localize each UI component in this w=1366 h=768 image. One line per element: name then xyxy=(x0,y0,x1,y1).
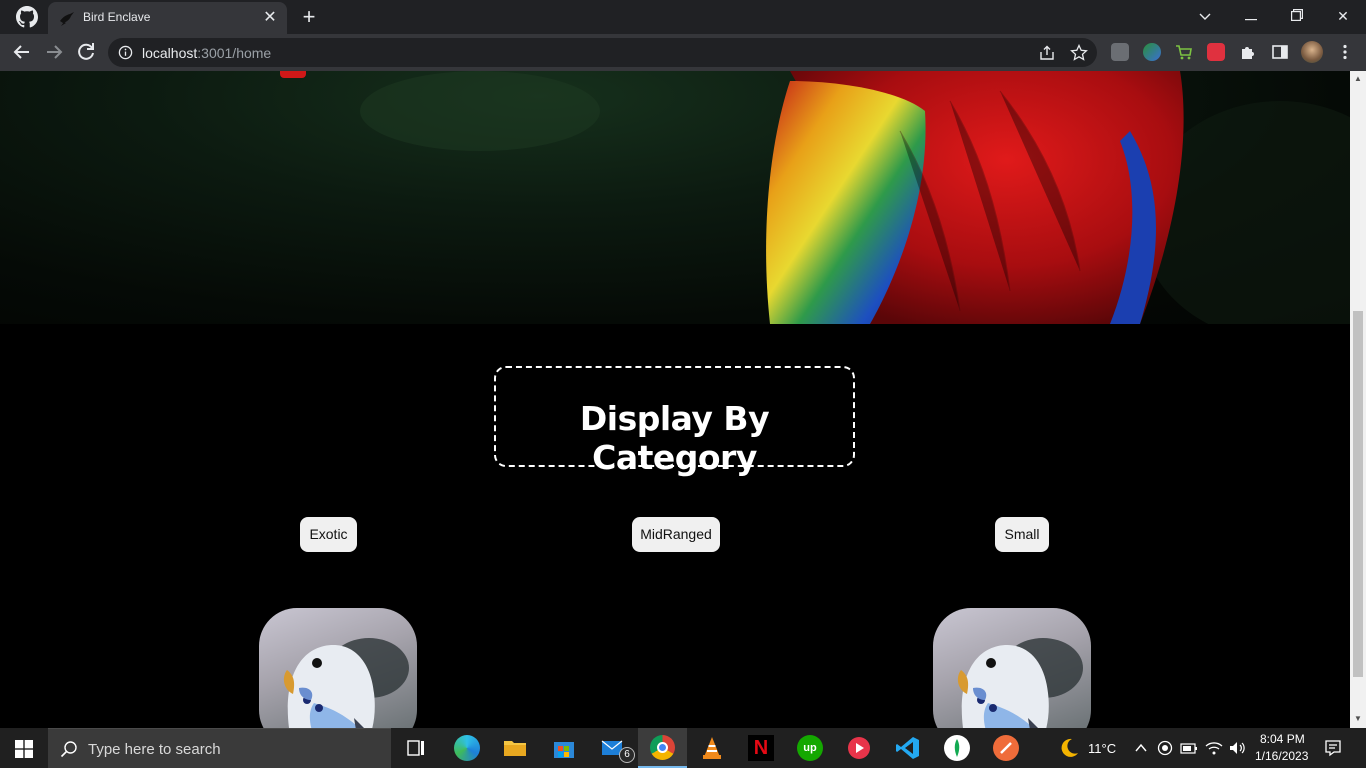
bird-favicon-icon xyxy=(60,12,74,26)
category-button-exotic[interactable]: Exotic xyxy=(300,517,357,552)
notification-center-icon[interactable] xyxy=(1324,739,1342,757)
volume-icon[interactable] xyxy=(1228,740,1246,756)
globe-extension-icon[interactable] xyxy=(1143,43,1161,61)
wifi-icon[interactable] xyxy=(1205,740,1223,756)
postman-icon[interactable] xyxy=(993,735,1019,761)
tab-search-chevron-icon[interactable] xyxy=(1192,4,1218,28)
vscode-icon[interactable] xyxy=(895,735,921,761)
file-explorer-icon[interactable] xyxy=(502,735,528,761)
budgie-image xyxy=(283,638,409,728)
page-scrollbar[interactable]: ▲ ▼ xyxy=(1350,71,1366,728)
url-text[interactable]: localhost:3001/home xyxy=(142,45,271,61)
new-tab-icon[interactable]: + xyxy=(298,6,320,28)
weather-moon-icon[interactable] xyxy=(1056,735,1082,761)
media-player-icon[interactable] xyxy=(846,735,872,761)
side-panel-icon[interactable] xyxy=(1271,43,1289,61)
profile-avatar[interactable] xyxy=(1301,41,1323,63)
mail-badge: 6 xyxy=(619,747,635,763)
edge-browser-icon[interactable] xyxy=(454,735,480,761)
url-path: :3001/home xyxy=(197,45,272,61)
bird-card-image[interactable] xyxy=(259,608,417,728)
back-arrow-icon[interactable] xyxy=(10,40,34,64)
browser-toolbar: localhost:3001/home xyxy=(0,34,1366,71)
category-button-midranged[interactable]: MidRanged xyxy=(632,517,720,552)
clock-time[interactable]: 8:04 PM xyxy=(1260,732,1305,746)
mongodb-compass-icon[interactable] xyxy=(944,735,970,761)
search-icon xyxy=(60,741,77,758)
macaw-illustration xyxy=(360,71,1350,324)
url-host: localhost xyxy=(142,45,198,61)
site-info-icon[interactable] xyxy=(118,45,133,60)
chrome-icon xyxy=(650,735,675,760)
budgie-image xyxy=(957,638,1083,728)
restore-icon[interactable] xyxy=(1284,4,1310,28)
upwork-icon[interactable]: up xyxy=(797,735,823,761)
active-tab[interactable]: Bird Enclave ✕ xyxy=(48,2,287,34)
show-hidden-icons-chevron-icon[interactable] xyxy=(1134,741,1148,755)
vlc-icon[interactable] xyxy=(699,735,725,761)
share-icon[interactable] xyxy=(1038,44,1056,62)
tab-title: Bird Enclave xyxy=(83,10,151,24)
page-content: Display By Category Exotic MidRanged Sma… xyxy=(0,71,1350,728)
section-title: Display By Category xyxy=(579,399,770,477)
category-button-small[interactable]: Small xyxy=(995,517,1049,552)
microsoft-store-icon[interactable] xyxy=(551,735,577,761)
github-icon[interactable] xyxy=(16,6,38,28)
scroll-up-arrow-icon[interactable]: ▲ xyxy=(1353,74,1363,84)
scrollbar-thumb[interactable] xyxy=(1353,311,1363,677)
category-title-box: Display By Category xyxy=(494,366,855,477)
task-view-icon[interactable] xyxy=(403,735,429,761)
cart-extension-icon[interactable] xyxy=(1175,43,1193,61)
bookmark-star-icon[interactable] xyxy=(1070,44,1088,62)
forward-arrow-icon[interactable] xyxy=(42,40,66,64)
skype-extension-icon[interactable] xyxy=(1111,43,1129,61)
hero-parrot-image xyxy=(0,71,1350,324)
bird-card-image[interactable] xyxy=(933,608,1091,728)
temperature-text[interactable]: 11°C xyxy=(1088,741,1116,756)
red-extension-icon[interactable] xyxy=(1207,43,1225,61)
menu-kebab-icon[interactable] xyxy=(1336,43,1354,61)
window-close-icon[interactable]: ✕ xyxy=(1330,4,1356,28)
battery-icon[interactable] xyxy=(1180,740,1198,756)
browser-tab-bar: Bird Enclave ✕ + ✕ xyxy=(0,0,1366,34)
minimize-icon[interactable] xyxy=(1238,4,1264,28)
scroll-down-arrow-icon[interactable]: ▼ xyxy=(1353,714,1363,724)
active-taskbar-app[interactable] xyxy=(638,728,687,768)
netflix-icon[interactable]: N xyxy=(748,735,774,761)
address-bar[interactable]: localhost:3001/home xyxy=(108,38,1097,67)
taskbar-search-box[interactable]: Type here to search xyxy=(48,728,391,768)
tab-close-icon[interactable]: ✕ xyxy=(260,8,280,28)
clock-date[interactable]: 1/16/2023 xyxy=(1255,749,1308,763)
extensions-puzzle-icon[interactable] xyxy=(1239,43,1257,61)
search-placeholder: Type here to search xyxy=(88,741,221,758)
windows-taskbar: Type here to search 6 N up 11°C 8:04 PM … xyxy=(0,728,1366,768)
hero-accent-tab[interactable] xyxy=(280,71,306,78)
reload-icon[interactable] xyxy=(74,40,98,64)
windows-start-icon[interactable] xyxy=(15,740,33,758)
record-icon[interactable] xyxy=(1157,740,1173,756)
